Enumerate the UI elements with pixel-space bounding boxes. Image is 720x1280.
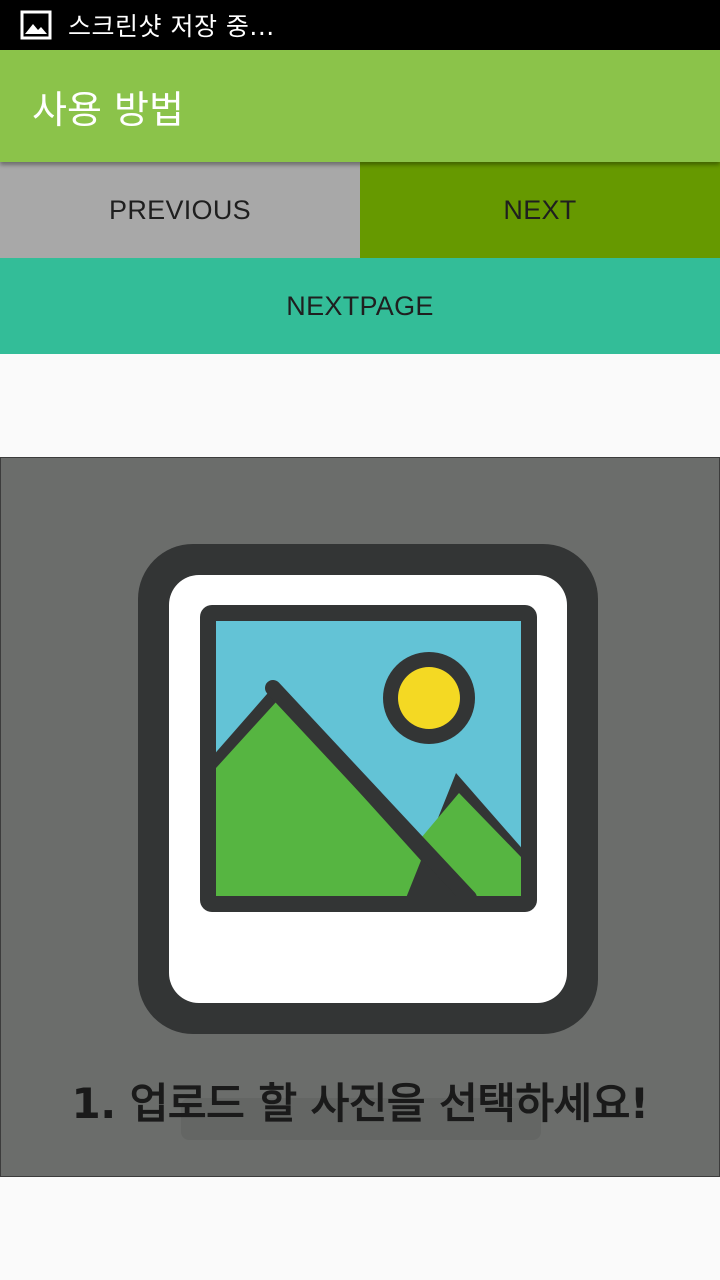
previous-button[interactable]: PREVIOUS [0,162,360,258]
next-button[interactable]: NEXT [360,162,720,258]
status-bar: 스크린샷 저장 중... [0,0,720,50]
notification-text: 스크린샷 저장 중... [68,12,275,41]
image-icon [20,9,52,41]
app-bar: 사용 방법 [0,50,720,162]
tutorial-caption: 1. 업로드 할 사진을 선택하세요! [71,1079,649,1128]
picture-icon [138,544,598,1034]
tutorial-image: 1. 업로드 할 사진을 선택하세요! [0,457,720,1177]
page-title: 사용 방법 [32,87,184,132]
next-page-button[interactable]: NEXTPAGE [0,258,720,354]
